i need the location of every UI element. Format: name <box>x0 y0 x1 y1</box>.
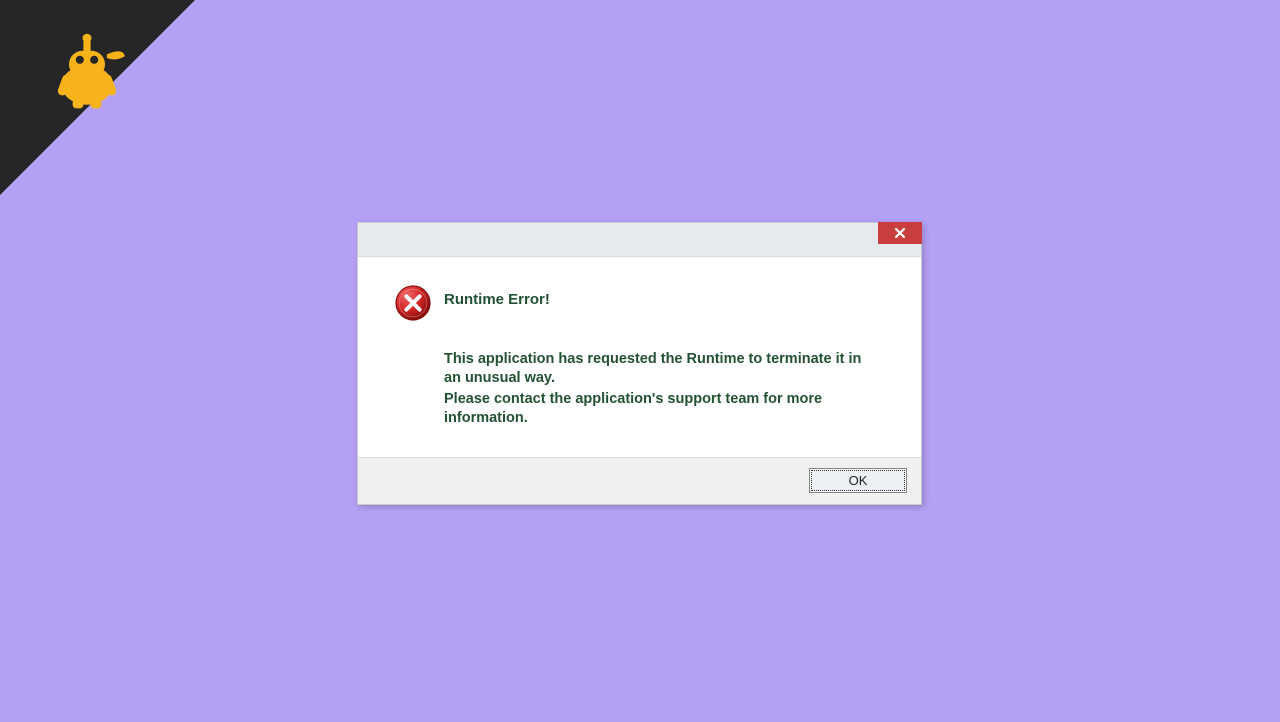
dialog-title: Runtime Error! <box>444 291 891 308</box>
dialog-body: This application has requested the Runti… <box>444 350 874 429</box>
dialog-body-line2: Please contact the application's support… <box>444 390 874 428</box>
close-icon <box>894 227 906 239</box>
dialog-footer: OK <box>357 457 922 505</box>
error-dialog: Runtime Error! This application has requ… <box>357 222 922 505</box>
dialog-titlebar[interactable] <box>357 222 922 257</box>
ok-button[interactable]: OK <box>809 468 907 493</box>
mascot-logo <box>42 22 132 112</box>
close-button[interactable] <box>878 222 922 244</box>
error-icon <box>394 284 432 322</box>
dialog-body-line1: This application has requested the Runti… <box>444 350 874 388</box>
dialog-content: Runtime Error! This application has requ… <box>357 257 922 457</box>
